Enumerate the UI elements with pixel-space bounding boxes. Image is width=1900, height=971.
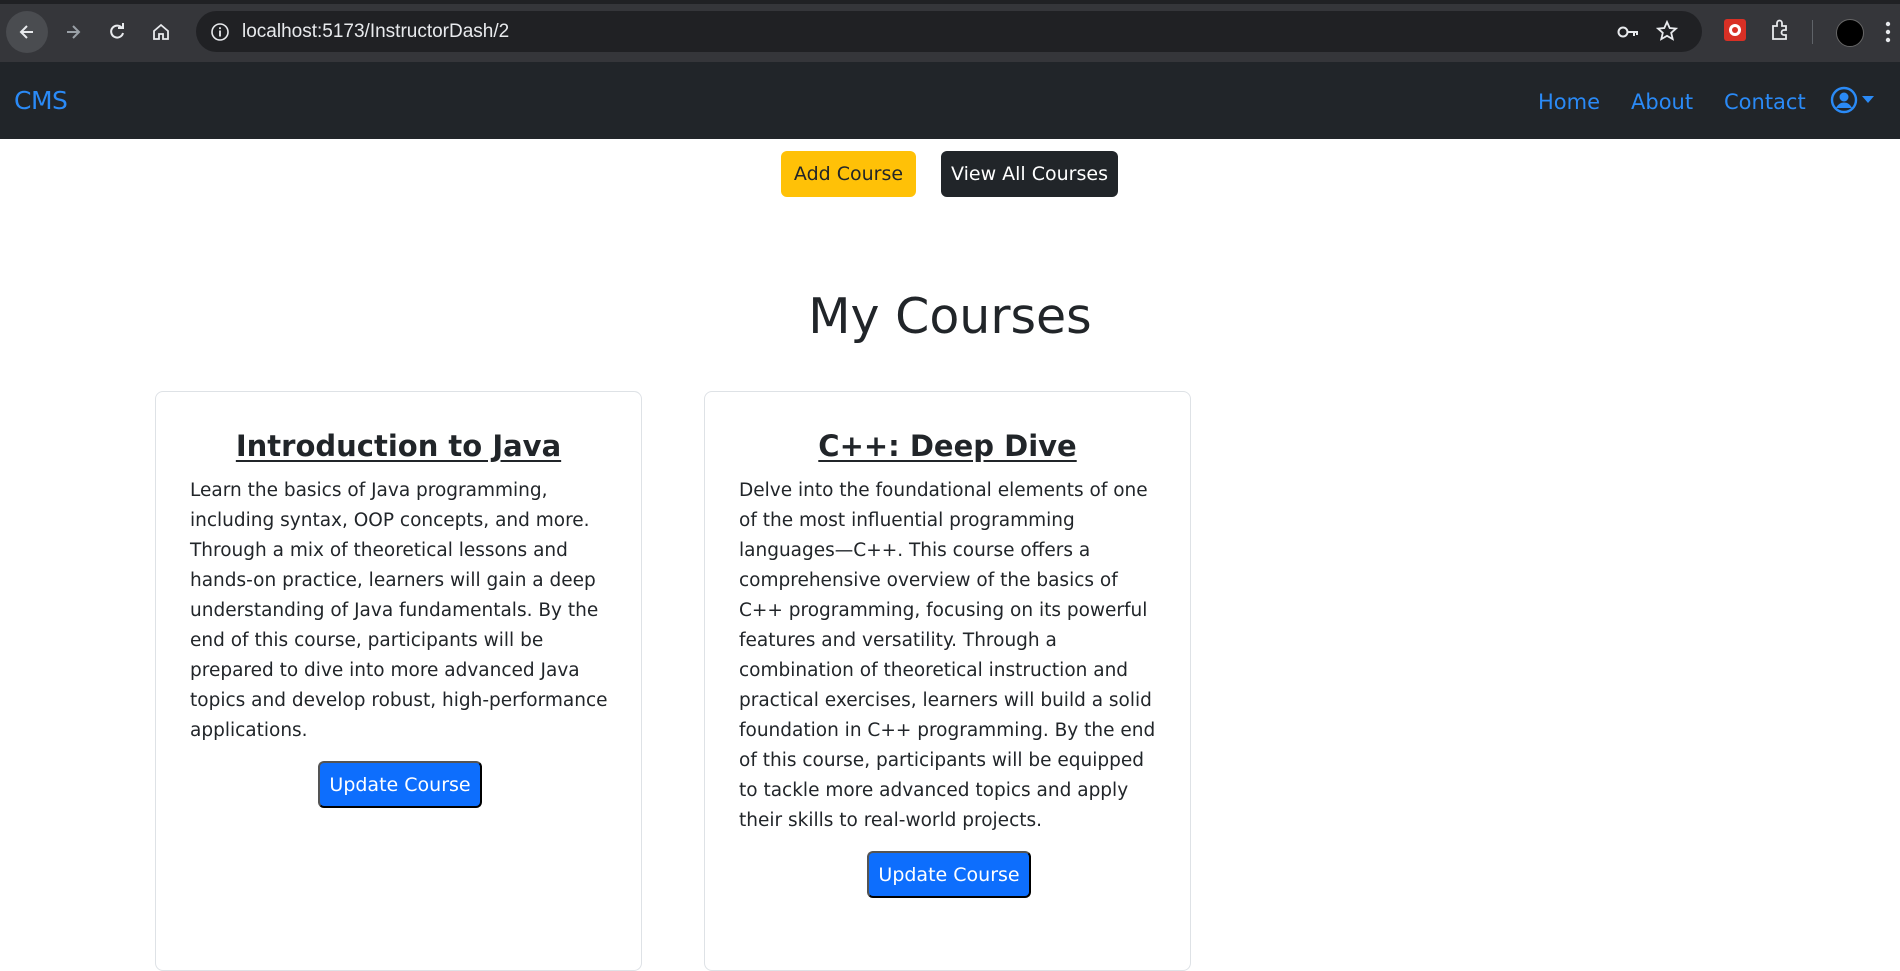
nav-links: Home About Contact (0, 89, 1900, 119)
url-text[interactable]: localhost:5173/InstructorDash/2 (242, 21, 509, 43)
user-menu-dropdown[interactable] (1830, 86, 1874, 114)
app-navbar: CMS Home About Contact (0, 62, 1900, 139)
view-all-courses-button[interactable]: View All Courses (941, 151, 1118, 197)
reload-icon (110, 23, 124, 39)
arrow-left-icon (19, 25, 33, 39)
tab-strip-edge (0, 0, 1900, 4)
course-description: Delve into the foundational elements of … (739, 480, 1156, 831)
course-card: C++: Deep Dive Delve into the foundation… (704, 391, 1191, 971)
update-course-button[interactable]: Update Course (318, 761, 482, 808)
nav-link-home[interactable]: Home (1538, 89, 1600, 115)
forward-button[interactable] (52, 11, 94, 53)
caret-down-icon (1862, 96, 1874, 103)
home-icon (153, 23, 169, 40)
course-title: Introduction to Java (235, 429, 562, 463)
update-course-button[interactable]: Update Course (867, 851, 1031, 898)
arrow-right-icon (67, 25, 81, 39)
reload-button[interactable] (96, 11, 138, 53)
extension-red-icon[interactable] (1722, 17, 1748, 48)
page-title: My Courses (0, 288, 1900, 346)
key-icon[interactable] (1616, 21, 1640, 48)
browser-toolbar: localhost:5173/InstructorDash/2 (0, 0, 1900, 62)
course-card: Introduction to Java Learn the basics of… (155, 391, 642, 971)
site-info-icon[interactable] (208, 20, 231, 43)
home-button[interactable] (140, 11, 182, 53)
extensions-puzzle-icon[interactable] (1768, 17, 1794, 48)
bookmark-star-icon[interactable] (1655, 19, 1679, 47)
user-circle-icon (1830, 86, 1858, 114)
back-button[interactable] (6, 11, 48, 53)
browser-menu-icon[interactable] (1884, 19, 1892, 50)
address-bar[interactable]: localhost:5173/InstructorDash/2 (196, 11, 1702, 52)
toolbar-divider (1812, 20, 1813, 44)
nav-link-contact[interactable]: Contact (1724, 89, 1806, 115)
course-description: Learn the basics of Java programming, in… (190, 480, 608, 741)
course-title: C++: Deep Dive (818, 429, 1077, 463)
page-title-text: My Courses (808, 288, 1092, 345)
add-course-button[interactable]: Add Course (781, 151, 916, 197)
browser-profile-avatar[interactable] (1836, 19, 1864, 47)
nav-link-about[interactable]: About (1631, 89, 1693, 115)
